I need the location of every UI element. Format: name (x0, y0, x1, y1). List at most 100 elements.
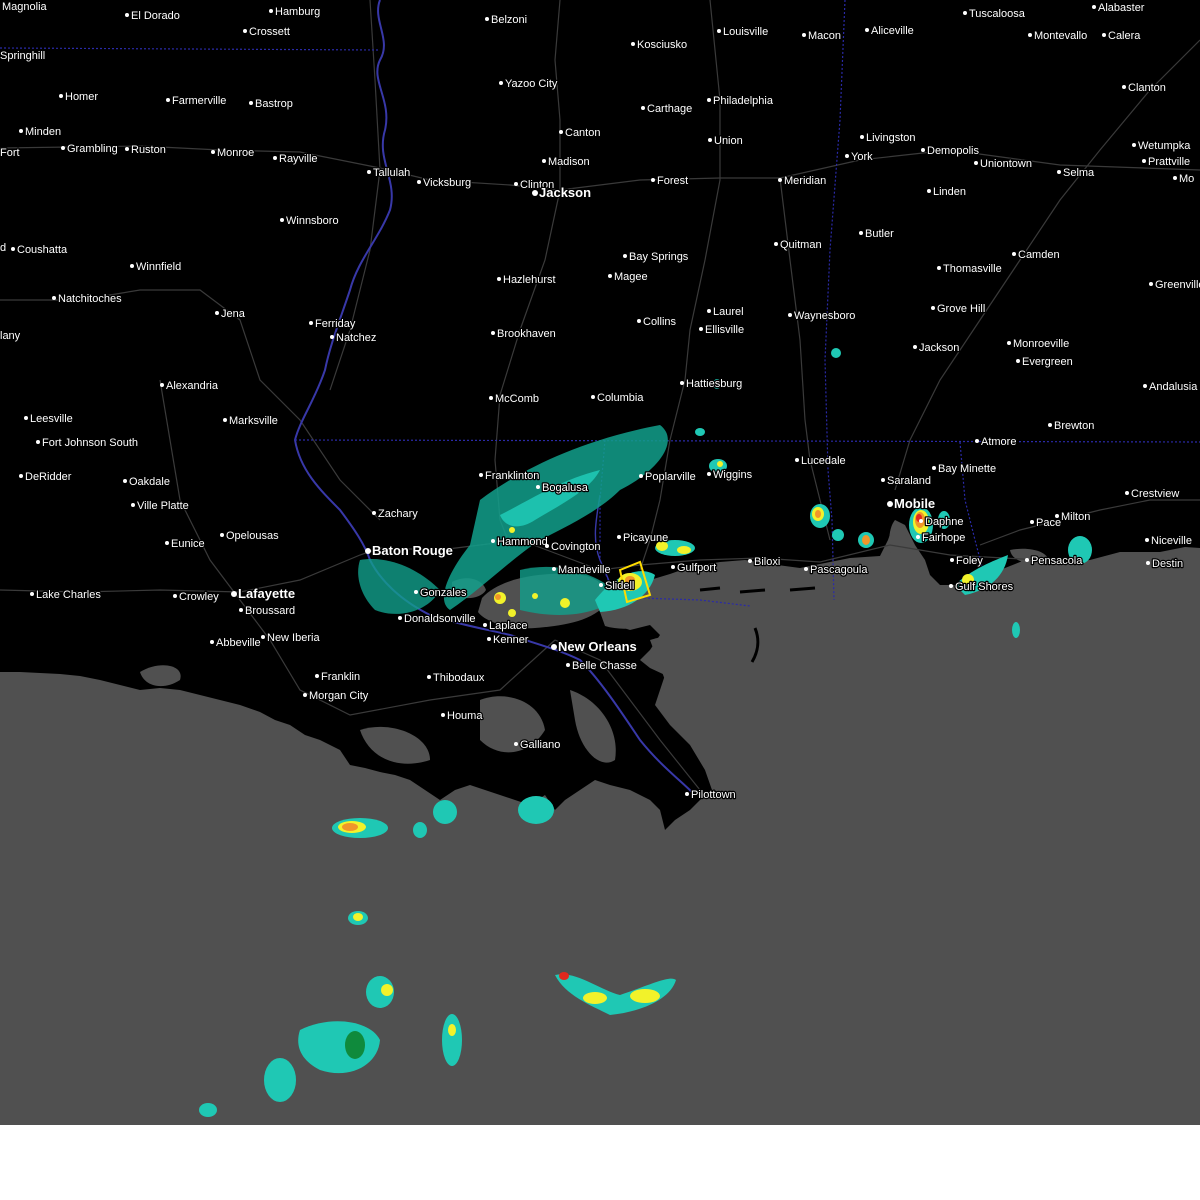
city-dot (261, 635, 265, 639)
city-label: Donaldsonville (404, 613, 476, 625)
city-dot (860, 135, 864, 139)
city-dot (125, 13, 129, 17)
city-dot (1145, 538, 1149, 542)
city-dot (215, 311, 219, 315)
city-label: Magee (614, 271, 648, 283)
city-label: Yazoo City (505, 78, 558, 90)
city-label: El Dorado (131, 10, 180, 22)
city-label: Butler (865, 228, 894, 240)
city-dot (165, 541, 169, 545)
city-label: Union (714, 135, 743, 147)
city-dot (249, 101, 253, 105)
city-label: Collins (643, 316, 677, 328)
city-dot (499, 81, 503, 85)
city-label: Laplace (489, 620, 528, 632)
city-label: Gonzales (420, 587, 467, 599)
city-label: Foley (956, 555, 983, 567)
city-label: Springhill (0, 50, 45, 62)
city-label: Destin (1152, 558, 1183, 570)
city-dot (514, 742, 518, 746)
city-label: Fairhope (922, 532, 965, 544)
city-dot (24, 416, 28, 420)
city-label: Aliceville (871, 25, 914, 37)
city-label: Farmerville (172, 95, 226, 107)
city-dot (552, 567, 556, 571)
city-label: Vicksburg (423, 177, 471, 189)
city-dot (802, 33, 806, 37)
city-label: McComb (495, 393, 539, 405)
city-dot (931, 306, 935, 310)
city-dot (166, 98, 170, 102)
city-label: Gulf Shores (955, 581, 1014, 593)
city-label: Pace (1036, 517, 1061, 529)
city-label: d (0, 242, 6, 254)
city-dot (36, 440, 40, 444)
city-dot (963, 11, 967, 15)
city-label: Winnsboro (286, 215, 339, 227)
city-label: Mobile (894, 496, 935, 511)
city-label: Minden (25, 126, 61, 138)
city-label: Selma (1063, 167, 1095, 179)
city-label: Lafayette (238, 586, 295, 601)
city-label: Hamburg (275, 6, 320, 18)
city-label: Natchitoches (58, 293, 122, 305)
city-label: Bay Minette (938, 463, 996, 475)
city-dot (804, 567, 808, 571)
city-dot (680, 381, 684, 385)
city-dot (559, 130, 563, 134)
city-dot (1142, 159, 1146, 163)
city-label: Brewton (1054, 420, 1094, 432)
city-label: Homer (65, 91, 98, 103)
city-dot (845, 154, 849, 158)
city-label: Madison (548, 156, 590, 168)
city-label: Fort (0, 147, 20, 159)
city-label: Carthage (647, 103, 692, 115)
radar-map[interactable]: Magnolia El Dorado Hamburg Crossett Belzoni K… (0, 0, 1200, 1125)
city-label: Forest (657, 175, 688, 187)
city-label: Coushatta (17, 244, 68, 256)
city-label: Evergreen (1022, 356, 1073, 368)
city-dot (536, 485, 540, 489)
city-label: Pascagoula (810, 564, 868, 576)
city-label: Pilottown (691, 789, 736, 801)
city-label: Kenner (493, 634, 529, 646)
city-label: Monroe (217, 147, 254, 159)
city-dot (707, 309, 711, 313)
city-label: Wetumpka (1138, 140, 1191, 152)
city-dot (1007, 341, 1011, 345)
city-label: Abbeville (216, 637, 261, 649)
city-dot (372, 511, 376, 515)
city-label: Leesville (30, 413, 73, 425)
city-label: Camden (1018, 249, 1060, 261)
city-dot (1012, 252, 1016, 256)
city-dot (30, 592, 34, 596)
city-dot (927, 189, 931, 193)
city-dot (566, 663, 570, 667)
city-dot (441, 713, 445, 717)
city-label: Brookhaven (497, 328, 556, 340)
city-label: Picayune (623, 532, 668, 544)
city-label: Andalusia (1149, 381, 1198, 393)
city-dot (608, 274, 612, 278)
city-label: Biloxi (754, 556, 780, 568)
city-dot (1173, 176, 1177, 180)
city-dot (1048, 423, 1052, 427)
city-dot (487, 637, 491, 641)
city-dot (414, 590, 418, 594)
city-dot (514, 182, 518, 186)
city-label: Atmore (981, 436, 1016, 448)
city-label: Grove Hill (937, 303, 985, 315)
city-label: Covington (551, 541, 601, 553)
city-dot (974, 161, 978, 165)
city-label: Livingston (866, 132, 916, 144)
city-label: Baton Rouge (372, 543, 453, 558)
city-dot (173, 594, 177, 598)
city-dot (887, 501, 893, 507)
city-dot (52, 296, 56, 300)
city-label: Calera (1108, 30, 1141, 42)
city-dot (921, 148, 925, 152)
city-dot (1146, 561, 1150, 565)
city-label: Columbia (597, 392, 644, 404)
city-label: Broussard (245, 605, 295, 617)
city-dot (1143, 384, 1147, 388)
